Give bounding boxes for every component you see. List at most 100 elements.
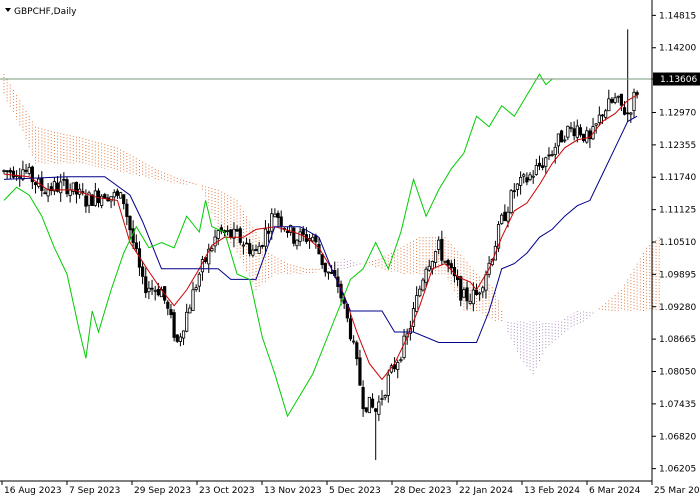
candle-body [172,312,176,338]
candle-body [118,192,123,199]
candle-body [474,289,479,295]
candle-body [575,125,579,138]
x-tick-label: 13 Nov 2023 [264,486,322,496]
y-tick-label: 1.07435 [659,400,696,410]
candle-body [396,362,400,370]
candle-body [418,288,422,297]
candle-body [270,213,274,232]
candle-body [244,242,249,245]
candle-body [600,114,605,117]
y-tick-label: 1.11125 [659,206,696,216]
candle-body [226,230,230,232]
candle-body [191,289,195,311]
y-tick-label: 1.08665 [659,335,696,345]
candle-body [21,169,25,180]
candle-body [468,300,472,304]
candle-body [522,174,526,177]
candle-body [18,176,22,179]
candle-body [559,130,564,143]
candle-body [616,95,620,98]
candle-body [541,165,545,168]
candle-body [65,179,69,195]
y-tick-label: 1.11740 [659,173,696,183]
candle-body [386,374,390,396]
candle-body [556,133,561,147]
y-tick-label: 1.12355 [659,141,696,151]
candle-body [509,190,513,214]
candle-body [531,175,535,178]
candle-body [254,249,258,251]
candle-body [462,289,466,298]
candle-body [266,230,271,234]
candle-body [594,123,598,126]
candle-body [125,203,129,217]
chart-background [0,0,700,500]
candle-body [635,92,639,95]
x-tick-label: 16 Aug 2023 [4,486,62,496]
candle-body [446,259,450,266]
y-tick-label: 1.09280 [659,303,696,313]
candle-body [103,194,107,200]
candle-body [500,214,504,224]
x-tick-label: 6 Mar 2024 [589,486,641,496]
candle-body [566,125,570,138]
y-tick-label: 1.14815 [659,11,696,21]
x-tick-label: 23 Oct 2023 [199,486,255,496]
candle-body [24,169,28,172]
y-tick-label: 1.08050 [659,368,696,378]
y-tick-label: 1.09895 [659,270,696,280]
candle-body [361,387,365,410]
candle-body [188,307,192,314]
candle-body [481,287,485,293]
candle-body [74,181,79,195]
candle-body [613,97,617,103]
price-chart[interactable]: 1.14815 1.14200 1.13606 1.12970 1.12355 1.117… [0,0,700,500]
candle-body [632,91,636,111]
candle-body [569,126,573,129]
candle-body [430,260,435,270]
candle-body [622,107,627,115]
candle-body [156,288,160,296]
candle-body [175,334,179,342]
candle-body [582,133,586,142]
y-tick-label: 1.06205 [659,465,696,475]
candle-body [440,238,444,261]
candle-body [166,301,170,309]
x-tick-label: 13 Feb 2024 [524,486,580,496]
candle-body [478,292,482,295]
candle-body [260,245,264,247]
candle-body [459,276,463,301]
candle-body [607,98,611,112]
candle-body [449,263,453,269]
candle-body [380,398,384,400]
candle-body [257,245,261,254]
candle-body [210,248,214,252]
y-tick-label: 1.12970 [659,108,696,118]
x-tick-label: 28 Dec 2023 [394,486,452,496]
candle-body [263,228,268,247]
candle-body [112,192,116,198]
candle-body [84,195,88,207]
candle-body [276,212,280,218]
candle-body [323,262,327,273]
candle-body [96,190,101,204]
candle-body [8,169,12,173]
candle-body [437,239,441,250]
candle-body [46,189,50,197]
candle-body [383,395,387,398]
chart-window: 1.14815 1.14200 1.13606 1.12970 1.12355 1.117… [0,0,700,500]
candle-body [62,178,66,181]
candle-body [348,318,353,340]
candle-body [320,254,324,265]
candle-body [364,407,368,412]
candle-body [534,165,538,175]
candle-body [238,228,242,243]
x-tick-label: 22 Jan 2024 [459,486,513,496]
candle-body [2,170,6,172]
candle-body [5,170,9,173]
candle-body [367,396,372,414]
candle-body [285,230,290,233]
candle-body [537,162,542,167]
candle-body [326,271,331,274]
candle-body [443,260,447,263]
